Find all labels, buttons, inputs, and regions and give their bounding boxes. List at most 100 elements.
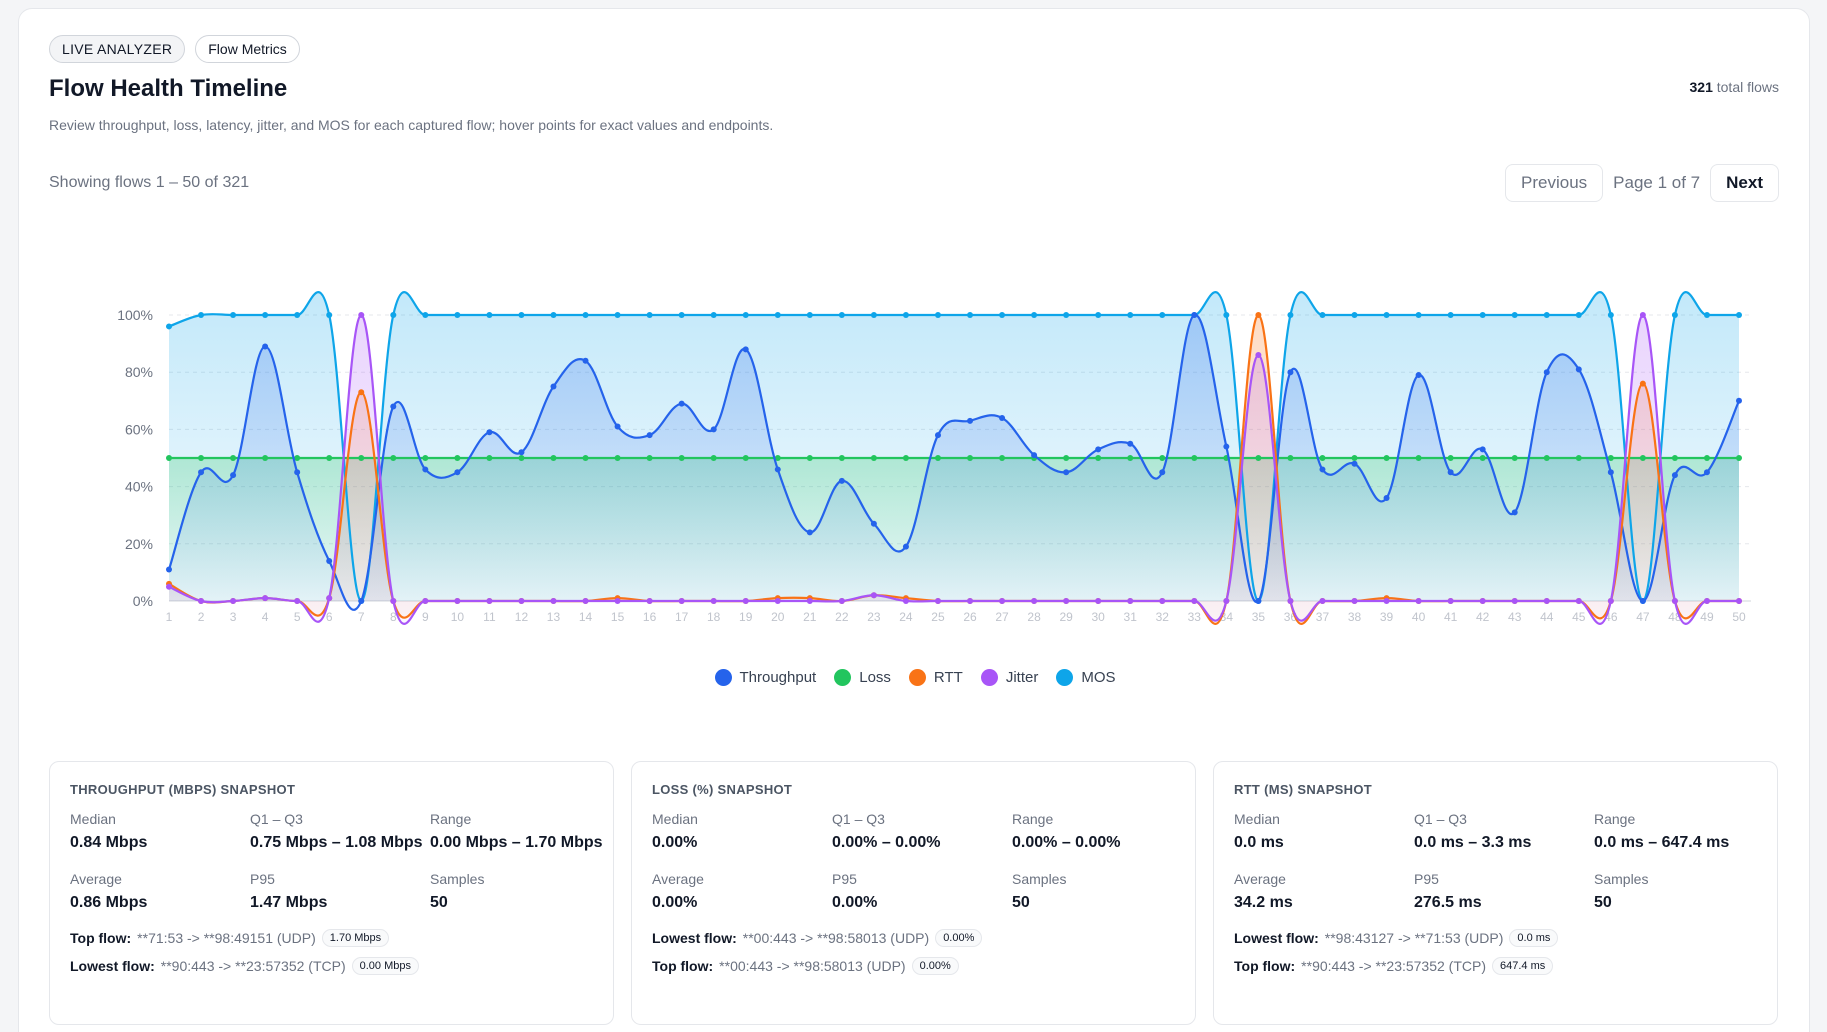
data-point-mos[interactable]: [902, 312, 909, 318]
data-point-jitter[interactable]: [1639, 312, 1646, 318]
data-point-loss[interactable]: [1383, 455, 1390, 461]
data-point-rtt[interactable]: [1255, 312, 1262, 318]
data-point-mos[interactable]: [870, 312, 877, 318]
data-point-jitter[interactable]: [967, 598, 974, 604]
data-point-mos[interactable]: [646, 312, 653, 318]
data-point-loss[interactable]: [1736, 455, 1742, 461]
data-point-throughput[interactable]: [1575, 366, 1582, 373]
data-point-throughput[interactable]: [1223, 443, 1230, 450]
data-point-mos[interactable]: [1511, 312, 1518, 318]
data-point-jitter[interactable]: [1415, 598, 1422, 604]
data-point-jitter[interactable]: [1031, 598, 1038, 604]
data-point-loss[interactable]: [454, 455, 461, 461]
data-point-throughput[interactable]: [166, 566, 172, 573]
data-point-jitter[interactable]: [390, 598, 397, 604]
data-point-throughput[interactable]: [294, 469, 301, 476]
data-point-throughput[interactable]: [967, 417, 974, 424]
data-point-jitter[interactable]: [774, 598, 781, 604]
data-point-mos[interactable]: [1575, 312, 1582, 318]
data-point-throughput[interactable]: [326, 557, 333, 564]
data-point-throughput[interactable]: [550, 383, 557, 390]
data-point-mos[interactable]: [999, 312, 1006, 318]
data-point-mos[interactable]: [1031, 312, 1038, 318]
data-point-jitter[interactable]: [454, 598, 461, 604]
data-point-loss[interactable]: [358, 455, 365, 461]
data-point-loss[interactable]: [198, 455, 205, 461]
data-point-loss[interactable]: [326, 455, 333, 461]
data-point-rtt[interactable]: [358, 389, 365, 396]
data-point-loss[interactable]: [1159, 455, 1166, 461]
data-point-mos[interactable]: [1127, 312, 1134, 318]
data-point-loss[interactable]: [582, 455, 589, 461]
data-point-loss[interactable]: [1671, 455, 1678, 461]
data-point-jitter[interactable]: [422, 598, 429, 604]
data-point-mos[interactable]: [262, 312, 269, 318]
data-point-jitter[interactable]: [838, 598, 845, 604]
data-point-throughput[interactable]: [678, 400, 685, 407]
data-point-throughput[interactable]: [358, 598, 365, 604]
data-point-jitter[interactable]: [1319, 598, 1326, 604]
data-point-jitter[interactable]: [1575, 598, 1582, 604]
data-point-mos[interactable]: [1159, 312, 1166, 318]
data-point-throughput[interactable]: [806, 529, 813, 536]
data-point-loss[interactable]: [1127, 455, 1134, 461]
data-point-jitter[interactable]: [550, 598, 557, 604]
data-point-throughput[interactable]: [1287, 369, 1294, 376]
data-point-mos[interactable]: [1607, 312, 1614, 318]
data-point-jitter[interactable]: [358, 312, 365, 318]
data-point-mos[interactable]: [294, 312, 301, 318]
data-point-loss[interactable]: [742, 455, 749, 461]
legend-item-throughput[interactable]: Throughput: [714, 669, 816, 686]
data-point-throughput[interactable]: [1447, 469, 1454, 476]
data-point-loss[interactable]: [1639, 455, 1646, 461]
data-point-jitter[interactable]: [230, 598, 237, 604]
data-point-throughput[interactable]: [1063, 469, 1070, 476]
data-point-loss[interactable]: [1351, 455, 1358, 461]
data-point-mos[interactable]: [198, 312, 205, 318]
data-point-jitter[interactable]: [742, 598, 749, 604]
data-point-mos[interactable]: [1736, 312, 1742, 318]
data-point-throughput[interactable]: [1736, 397, 1742, 404]
data-point-jitter[interactable]: [198, 598, 205, 604]
data-point-throughput[interactable]: [198, 469, 205, 476]
data-point-throughput[interactable]: [1095, 446, 1102, 453]
data-point-mos[interactable]: [1479, 312, 1486, 318]
data-point-jitter[interactable]: [1255, 352, 1262, 359]
data-point-mos[interactable]: [1383, 312, 1390, 318]
data-point-jitter[interactable]: [902, 598, 909, 604]
data-point-mos[interactable]: [1095, 312, 1102, 318]
data-point-mos[interactable]: [1703, 312, 1710, 318]
data-point-throughput[interactable]: [838, 477, 845, 484]
data-point-mos[interactable]: [1543, 312, 1550, 318]
data-point-mos[interactable]: [806, 312, 813, 318]
data-point-mos[interactable]: [934, 312, 941, 318]
data-point-jitter[interactable]: [326, 595, 333, 602]
data-point-throughput[interactable]: [1415, 372, 1422, 379]
data-point-loss[interactable]: [1319, 455, 1326, 461]
data-point-mos[interactable]: [1351, 312, 1358, 318]
data-point-rtt[interactable]: [1639, 380, 1646, 387]
data-point-throughput[interactable]: [1671, 472, 1678, 479]
data-point-jitter[interactable]: [294, 598, 301, 604]
data-point-loss[interactable]: [486, 455, 493, 461]
data-point-loss[interactable]: [1575, 455, 1582, 461]
data-point-throughput[interactable]: [646, 432, 653, 439]
data-point-loss[interactable]: [1095, 455, 1102, 461]
data-point-loss[interactable]: [710, 455, 717, 461]
data-point-jitter[interactable]: [710, 598, 717, 604]
data-point-mos[interactable]: [1319, 312, 1326, 318]
data-point-loss[interactable]: [230, 455, 237, 461]
data-point-loss[interactable]: [1607, 455, 1614, 461]
data-point-throughput[interactable]: [454, 469, 461, 476]
data-point-jitter[interactable]: [1383, 598, 1390, 604]
data-point-throughput[interactable]: [774, 466, 781, 473]
data-point-throughput[interactable]: [1159, 469, 1166, 476]
data-point-jitter[interactable]: [1607, 598, 1614, 604]
data-point-throughput[interactable]: [390, 403, 397, 410]
data-point-mos[interactable]: [1063, 312, 1070, 318]
data-point-jitter[interactable]: [1543, 598, 1550, 604]
data-point-loss[interactable]: [1479, 455, 1486, 461]
data-point-mos[interactable]: [326, 312, 333, 318]
data-point-mos[interactable]: [550, 312, 557, 318]
legend-item-rtt[interactable]: RTT: [908, 669, 963, 686]
